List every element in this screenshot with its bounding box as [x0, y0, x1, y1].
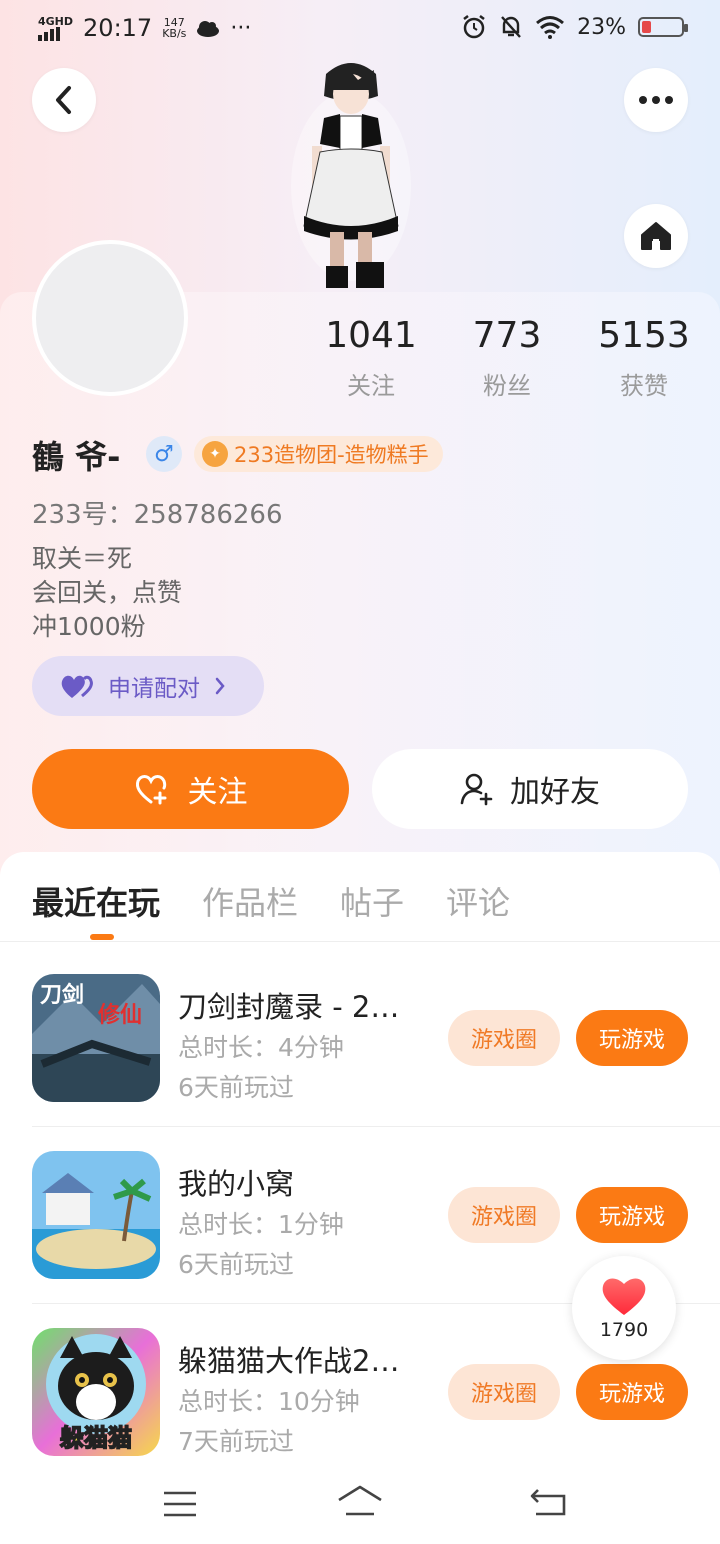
- play-game-button[interactable]: 玩游戏: [576, 1364, 688, 1420]
- double-heart-icon: [61, 675, 93, 698]
- more-button[interactable]: [624, 68, 688, 132]
- tab-posts[interactable]: 帖子: [340, 878, 404, 924]
- game-icon[interactable]: 刀剑 修仙: [32, 974, 160, 1102]
- game-circle-button[interactable]: 游戏圈: [448, 1364, 560, 1420]
- status-bar: 4GHD 20:17 147 KB/s ··· 23%: [0, 0, 720, 56]
- game-cover-art: 刀剑 修仙: [32, 974, 160, 1102]
- add-user-icon: [460, 773, 493, 806]
- game-circle-button[interactable]: 游戏圈: [448, 1010, 560, 1066]
- home-icon: [641, 222, 671, 250]
- home-nav-icon[interactable]: [336, 1484, 384, 1520]
- game-row[interactable]: 我的小窝 总时长：1分钟 6天前玩过 游戏圈 玩游戏: [32, 1151, 688, 1283]
- heart-plus-icon: [135, 775, 166, 805]
- like-count: 1790: [599, 1319, 649, 1341]
- signal-icon: [38, 26, 60, 41]
- add-friend-label: 加好友: [510, 775, 600, 810]
- stat-label: 粉丝: [483, 372, 531, 400]
- status-more-dots: ···: [230, 15, 252, 41]
- follow-label: 关注: [187, 775, 248, 810]
- badge-icon: ✦: [202, 441, 228, 467]
- game-icon[interactable]: 躲猫猫: [32, 1328, 160, 1456]
- badge-label: 233造物团-造物糕手: [234, 443, 429, 467]
- network-speed: 147 KB/s: [162, 17, 186, 39]
- pair-label: 申请配对: [108, 676, 200, 702]
- bio-line: 冲1000粉: [32, 612, 146, 641]
- stat-value: 1041: [325, 315, 417, 356]
- tab-bar: 最近在玩 作品栏 帖子 评论: [32, 878, 510, 924]
- back-nav-icon[interactable]: [530, 1486, 568, 1518]
- stat-following[interactable]: 1041 关注: [306, 316, 436, 401]
- game-last-played: 7天前玩过: [178, 1427, 294, 1456]
- stat-label: 获赞: [620, 372, 668, 400]
- tab-works[interactable]: 作品栏: [202, 878, 298, 924]
- add-friend-button[interactable]: 加好友: [372, 749, 688, 829]
- avatar-3d-figure: [291, 63, 411, 288]
- network-label: 4GHD: [38, 14, 74, 28]
- network-indicator: 4GHD: [38, 16, 73, 41]
- user-id: 233号：258786266: [32, 500, 283, 530]
- battery-percent: 23%: [577, 14, 626, 40]
- game-duration: 总时长：10分钟: [178, 1387, 360, 1416]
- user-bio: 取关＝死 会回关，点赞 冲1000粉: [32, 542, 182, 644]
- floating-like-button[interactable]: 1790: [572, 1256, 676, 1360]
- chevron-left-icon: [56, 86, 71, 114]
- gender-male-icon: ♂: [146, 436, 182, 472]
- game-duration: 总时长：1分钟: [178, 1210, 344, 1239]
- status-right: 23%: [461, 14, 688, 40]
- stat-value: 5153: [598, 315, 690, 356]
- user-avatar[interactable]: [32, 240, 188, 396]
- chevron-right-icon: [215, 677, 225, 695]
- tab-comments[interactable]: 评论: [446, 878, 510, 924]
- more-dots-icon: [639, 96, 673, 104]
- game-icon-text: 修仙: [97, 1002, 142, 1028]
- tab-recent-play[interactable]: 最近在玩: [32, 878, 160, 924]
- tab-divider: [0, 941, 720, 942]
- game-last-played: 6天前玩过: [178, 1250, 294, 1279]
- clock: 20:17: [83, 14, 153, 42]
- user-name: 鶴 爷-: [32, 438, 121, 476]
- heart-icon: [602, 1278, 646, 1315]
- game-duration: 总时长：4分钟: [178, 1033, 344, 1062]
- game-icon-text: 躲猫猫: [60, 1424, 132, 1452]
- bio-line: 取关＝死: [32, 544, 133, 573]
- stat-fans[interactable]: 773 粉丝: [442, 316, 572, 401]
- menu-icon[interactable]: [162, 1490, 198, 1518]
- bio-line: 会回关，点赞: [32, 578, 183, 607]
- wifi-icon: [536, 16, 565, 39]
- play-game-button[interactable]: 玩游戏: [576, 1010, 688, 1066]
- battery-icon: [638, 17, 688, 37]
- game-title: 刀剑封魔录 - 2…: [178, 990, 400, 1024]
- system-nav-bar: [0, 1466, 720, 1544]
- game-title: 躲猫猫大作战2…: [178, 1344, 400, 1378]
- apply-pair-button[interactable]: 申请配对: [32, 656, 264, 716]
- game-cover-art: [32, 1151, 160, 1279]
- stat-likes[interactable]: 5153 获赞: [579, 316, 709, 401]
- home-button[interactable]: [624, 204, 688, 268]
- row-divider: [32, 1126, 720, 1127]
- status-left: 4GHD 20:17 147 KB/s ···: [38, 14, 251, 42]
- team-badge[interactable]: ✦ 233造物团-造物糕手: [194, 436, 443, 472]
- stat-value: 773: [472, 315, 542, 356]
- game-icon-text: 刀剑: [40, 982, 84, 1008]
- game-cover-art: 躲猫猫: [32, 1328, 160, 1456]
- back-button[interactable]: [32, 68, 96, 132]
- play-game-button[interactable]: 玩游戏: [576, 1187, 688, 1243]
- game-icon[interactable]: [32, 1151, 160, 1279]
- cloud-icon: [197, 21, 220, 37]
- alarm-icon: [463, 15, 485, 39]
- speed-unit: KB/s: [162, 27, 187, 40]
- mute-bell-icon: [501, 16, 521, 38]
- game-last-played: 6天前玩过: [178, 1073, 294, 1102]
- gender-symbol: ♂: [154, 441, 174, 467]
- game-circle-button[interactable]: 游戏圈: [448, 1187, 560, 1243]
- tab-indicator: [90, 934, 114, 940]
- follow-button[interactable]: 关注: [32, 749, 349, 829]
- stat-label: 关注: [347, 372, 395, 400]
- game-row[interactable]: 刀剑 修仙 刀剑封魔录 - 2… 总时长：4分钟 6天前玩过 游戏圈 玩游戏: [32, 974, 688, 1106]
- battery-fill: [642, 21, 651, 33]
- game-title: 我的小窝: [178, 1167, 295, 1201]
